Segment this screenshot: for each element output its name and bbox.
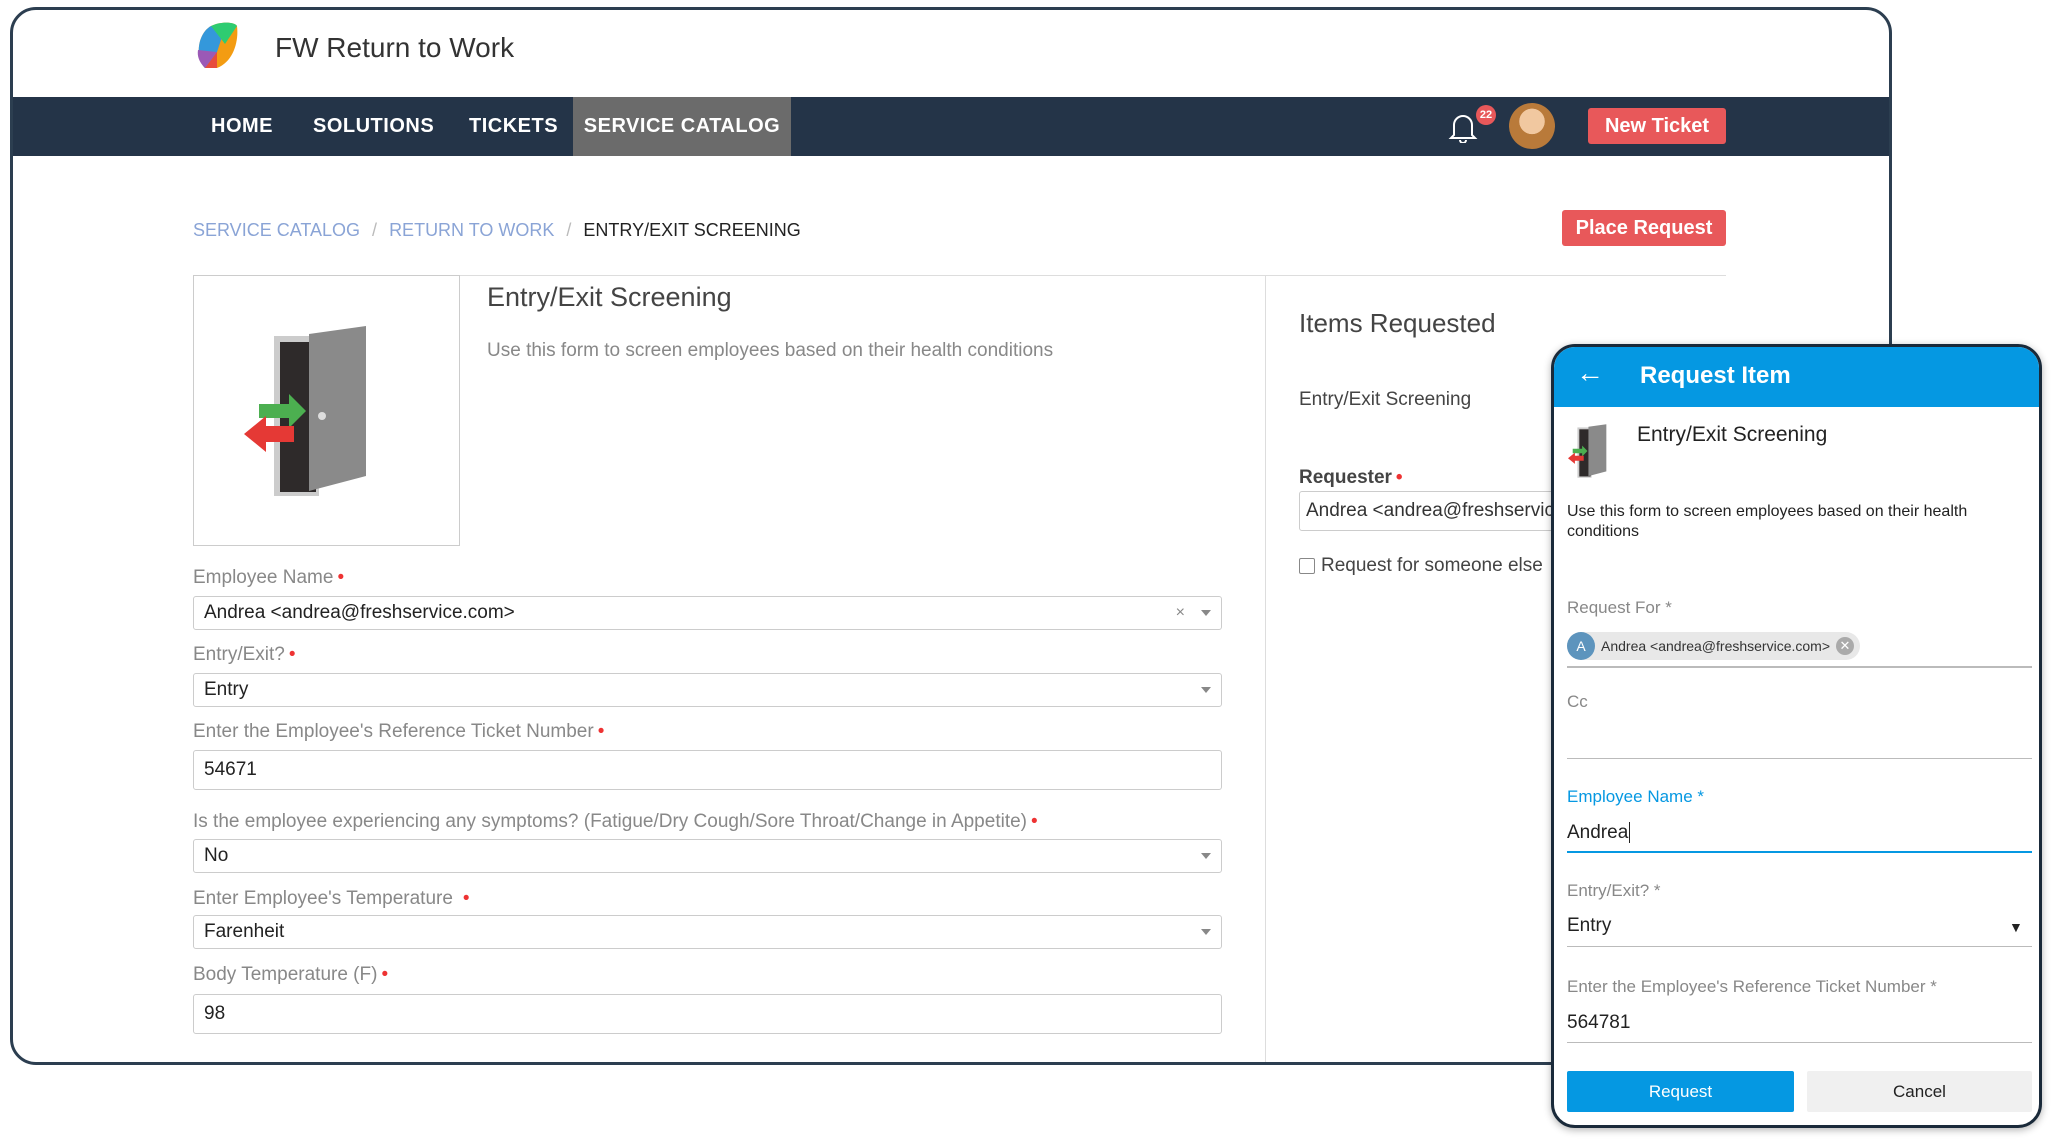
breadcrumb-service-catalog[interactable]: SERVICE CATALOG	[193, 220, 360, 240]
ref-ticket-input[interactable]: 54671	[193, 750, 1222, 790]
breadcrumb-current: ENTRY/EXIT SCREENING	[583, 220, 801, 240]
chevron-down-icon	[1201, 929, 1211, 935]
employee-name-label: Employee Name *	[1567, 787, 1705, 806]
ref-ticket-label: Enter the Employee's Reference Ticket Nu…	[1567, 977, 1937, 996]
mobile-header-title: Request Item	[1640, 362, 1791, 389]
divider	[1265, 275, 1266, 1062]
request-for-label: Request For *	[1567, 598, 1672, 617]
mobile-item-description: Use this form to screen employees based …	[1567, 503, 1968, 540]
item-title: Entry/Exit Screening	[487, 282, 732, 312]
employee-name-input[interactable]: Andrea	[1567, 822, 1631, 844]
symptoms-label: Is the employee experiencing any symptom…	[193, 811, 1038, 832]
employee-name-select[interactable]: Andrea <andrea@freshservice.com> ×	[193, 596, 1222, 630]
breadcrumb: SERVICE CATALOG / RETURN TO WORK / ENTRY/EXI…	[193, 220, 801, 240]
back-arrow-icon[interactable]: ←	[1576, 357, 1604, 389]
bell-icon[interactable]	[1448, 111, 1478, 143]
temperature-unit-select[interactable]: Farenheit	[193, 915, 1222, 949]
chevron-down-icon	[1201, 687, 1211, 693]
entry-exit-label: Entry/Exit? *	[1567, 881, 1661, 900]
chip-text: Andrea <andrea@freshservice.com>	[1601, 638, 1830, 654]
ref-ticket-label: Enter the Employee's Reference Ticket Nu…	[193, 721, 605, 742]
entry-exit-underline	[1567, 946, 2032, 947]
items-requested-title: Items Requested	[1299, 308, 1496, 338]
chevron-down-icon	[1201, 853, 1211, 859]
request-button[interactable]: Request	[1567, 1071, 1794, 1112]
mobile-request-panel: ← Request Item Entry/Exit Screening Use …	[1551, 344, 2042, 1128]
employee-name-underline	[1567, 851, 2032, 853]
clear-icon[interactable]: ×	[1176, 604, 1185, 622]
ref-ticket-input[interactable]: 564781	[1567, 1012, 1630, 1034]
nav-solutions[interactable]: SOLUTIONS	[313, 97, 434, 156]
item-description: Use this form to screen employees based …	[487, 340, 1054, 361]
temperature-label: Enter Employee's Temperature •	[193, 888, 470, 909]
notification-badge: 22	[1476, 105, 1496, 125]
nav-service-catalog[interactable]: SERVICE CATALOG	[573, 97, 791, 156]
chevron-down-icon	[1201, 610, 1211, 616]
body-temp-label: Body Temperature (F) •	[193, 964, 389, 985]
entry-exit-select[interactable]: Entry	[193, 673, 1222, 707]
door-icon	[1568, 424, 1607, 478]
requested-item: Entry/Exit Screening	[1299, 389, 1472, 410]
employee-name-label: Employee Name •	[193, 567, 345, 588]
cc-input[interactable]	[1567, 758, 2032, 759]
request-for-underline	[1567, 666, 2032, 668]
nav-home[interactable]: HOME	[211, 97, 273, 156]
requester-label: Requester •	[1299, 467, 1403, 488]
entry-exit-select[interactable]: Entry	[1567, 915, 1611, 937]
place-request-button[interactable]: Place Request	[1562, 210, 1726, 246]
checkbox[interactable]	[1299, 558, 1315, 574]
dropdown-arrow-icon[interactable]: ▼	[2009, 919, 2023, 935]
symptoms-select[interactable]: No	[193, 839, 1222, 873]
body-temp-input[interactable]: 98	[193, 994, 1222, 1034]
app-title: FW Return to Work	[275, 32, 515, 63]
mobile-item-title: Entry/Exit Screening	[1637, 423, 1828, 446]
remove-chip-icon[interactable]: ✕	[1836, 637, 1854, 655]
cancel-button[interactable]: Cancel	[1807, 1071, 2032, 1112]
nav-tickets[interactable]: TICKETS	[469, 97, 558, 156]
door-icon	[244, 326, 366, 496]
user-avatar[interactable]	[1509, 103, 1555, 149]
new-ticket-button[interactable]: New Ticket	[1588, 108, 1726, 144]
chip-avatar: A	[1567, 632, 1595, 660]
cc-label: Cc	[1567, 692, 1588, 711]
request-for-someone-else[interactable]: Request for someone else	[1299, 555, 1543, 577]
app-logo-icon	[197, 22, 238, 68]
request-for-chip: A Andrea <andrea@freshservice.com> ✕	[1567, 632, 1860, 660]
breadcrumb-return-to-work[interactable]: RETURN TO WORK	[389, 220, 554, 240]
entry-exit-label: Entry/Exit? •	[193, 644, 296, 665]
mobile-header: ← Request Item	[1554, 347, 2039, 407]
ref-ticket-underline	[1567, 1042, 2032, 1043]
item-image	[193, 275, 460, 546]
